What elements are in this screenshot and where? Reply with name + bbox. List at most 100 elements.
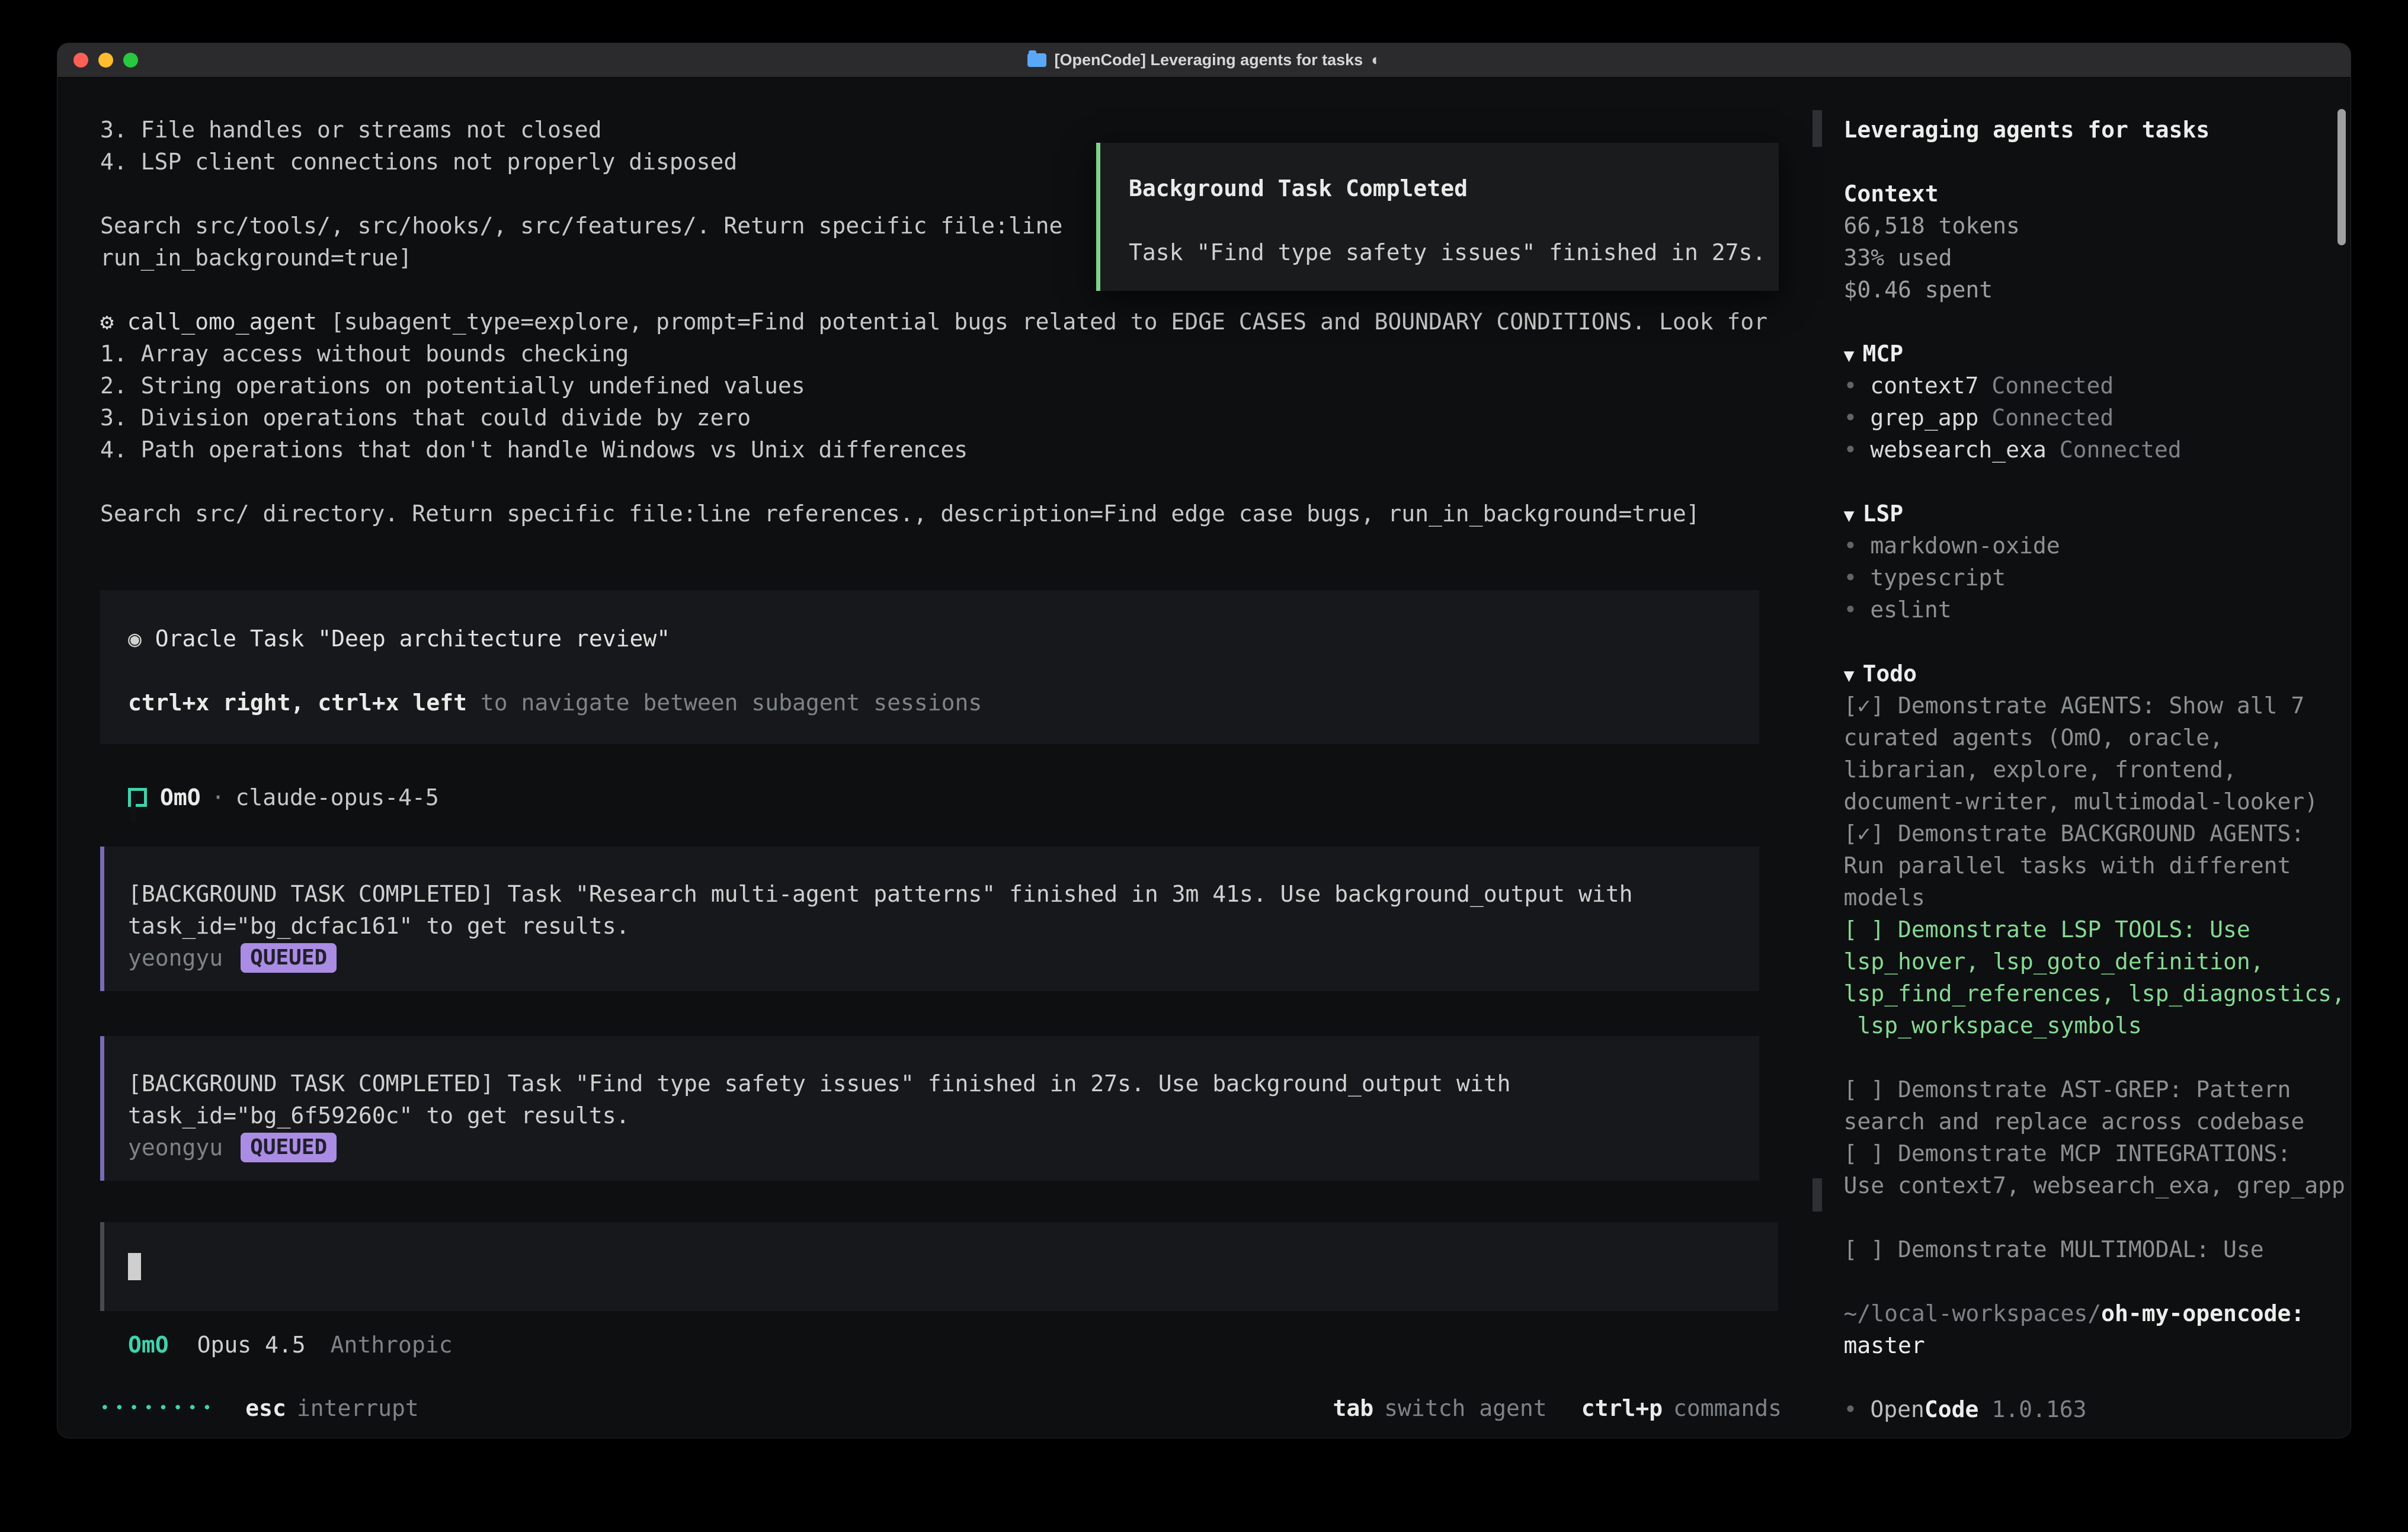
main-scrollbar-thumb[interactable] <box>1813 110 1822 147</box>
context-spent: $0.46 spent <box>1843 274 2351 306</box>
ctrlp-key-label: commands <box>1673 1395 1782 1421</box>
queued-status-badge: QUEUED <box>241 1133 337 1162</box>
todo-line: Run parallel tasks with different <box>1843 850 2351 882</box>
terminal-window: [OpenCode] Leveraging agents for tasks ◐… <box>57 43 2351 1438</box>
todo-line: models <box>1843 882 2351 914</box>
zoom-button[interactable] <box>123 53 138 68</box>
message-text-line: task_id="bg_6f59260c" to get results. <box>128 1100 1759 1132</box>
app-version-row: •OpenCode1.0.163 <box>1843 1393 2351 1425</box>
tab-hint: tabswitch agent <box>1333 1392 1547 1424</box>
todo-section-header[interactable]: ▼Todo <box>1843 658 2351 690</box>
notification-body: Task "Find type safety issues" finished … <box>1129 236 1779 268</box>
agent-model: claude-opus-4-5 <box>236 781 439 813</box>
workspace-path: ~/local-workspaces/oh-my-opencode: <box>1843 1297 2351 1329</box>
todo-line: [ ] Demonstrate AST-GREP: Pattern <box>1843 1073 2351 1105</box>
context-used: 33% used <box>1843 242 2351 274</box>
todo-line: Use context7, websearch_exa, grep_app <box>1843 1169 2351 1201</box>
todo-line: [✓] Demonstrate AGENTS: Show all 7 <box>1843 690 2351 722</box>
bullet-icon: • <box>1843 437 1857 463</box>
chat-area: 3. File handles or streams not closed 4.… <box>57 78 1823 1438</box>
tab-key-hint: tab <box>1333 1395 1374 1421</box>
prompt-input[interactable] <box>100 1222 1778 1311</box>
tool-call-args: [subagent_type=explore, prompt=Find pote… <box>317 309 1767 335</box>
background-task-message: [BACKGROUND TASK COMPLETED] Task "Find t… <box>100 1036 1759 1181</box>
terminal-line: 1. Array access without bounds checking <box>100 338 1823 370</box>
lsp-item: • eslint <box>1843 594 2351 626</box>
terminal-line: 3. Division operations that could divide… <box>100 402 1823 434</box>
lsp-item: • markdown-oxide <box>1843 530 2351 562</box>
brand-name-bold: Code <box>1925 1396 1979 1422</box>
mcp-item: •context7Connected <box>1843 370 2351 402</box>
todo-line: [ ] Demonstrate MULTIMODAL: Use <box>1843 1233 2351 1265</box>
todo-line: document-writer, multimodal-looker) <box>1843 786 2351 818</box>
mcp-item: • websearch_exa Connected <box>1843 434 2351 466</box>
sidebar: Leveraging agents for tasks Context 66,5… <box>1823 78 2351 1438</box>
sidebar-scrollbar-thumb[interactable] <box>2337 109 2346 245</box>
separator-dot: · <box>212 781 225 813</box>
mcp-item-name: grep_app <box>1870 405 1978 431</box>
notification-title: Background Task Completed <box>1129 172 1779 204</box>
lsp-item: • typescript <box>1843 562 2351 594</box>
active-agent-name: OmO <box>128 1329 169 1361</box>
model-provider: Anthropic <box>331 1329 453 1361</box>
window-title: [OpenCode] Leveraging agents for tasks <box>1055 51 1363 69</box>
mcp-item-status: Connected <box>1991 405 2114 431</box>
folder-icon <box>1027 53 1046 67</box>
context-header: Context <box>1843 178 2351 210</box>
bullet-icon: • <box>1843 565 1857 591</box>
background-task-message: [BACKGROUND TASK COMPLETED] Task "Resear… <box>100 847 1759 991</box>
traffic-lights <box>57 53 138 68</box>
bullet-icon: • <box>1843 1396 1857 1422</box>
todo-line-active: [ ] Demonstrate LSP TOOLS: Use <box>1843 914 2351 946</box>
oracle-task-label: Oracle Task "Deep architecture review" <box>142 626 670 652</box>
lsp-item-name: eslint <box>1870 597 1951 623</box>
todo-line: curated agents (OmO, oracle, <box>1843 722 2351 754</box>
lsp-section-header[interactable]: ▼LSP <box>1843 498 2351 530</box>
hint-text: to navigate between subagent sessions <box>467 690 982 716</box>
esc-key-label: interrupt <box>297 1392 419 1424</box>
bullet-icon: • <box>1843 597 1857 623</box>
oracle-task-panel[interactable]: ◉ Oracle Task "Deep architecture review"… <box>100 590 1759 744</box>
app-version: 1.0.163 <box>1991 1396 2086 1422</box>
terminal-line: Search src/ directory. Return specific f… <box>100 498 1823 530</box>
message-text-line: task_id="bg_dcfac161" to get results. <box>128 910 1759 942</box>
todo-line-active: lsp_find_references, lsp_diagnostics, <box>1843 977 2351 1009</box>
chevron-down-icon: ▼ <box>1843 665 1854 686</box>
esc-key-hint: esc <box>245 1392 286 1424</box>
todo-line-active: lsp_hover, lsp_goto_definition, <box>1843 946 2351 977</box>
agent-session-header[interactable]: OmO · claude-opus-4-5 <box>100 781 1823 813</box>
chevron-down-icon: ▼ <box>1843 345 1854 366</box>
message-user: yeongyu <box>128 1132 223 1164</box>
titlebar[interactable]: [OpenCode] Leveraging agents for tasks ◐ <box>57 43 2351 78</box>
active-model-name: Opus 4.5 <box>197 1329 306 1361</box>
status-bar: •••••••• esc interrupt tabswitch agent c… <box>100 1392 1782 1424</box>
message-meta: yeongyu QUEUED <box>128 942 1759 974</box>
mcp-item-status: Connected <box>2060 437 2182 463</box>
minimize-button[interactable] <box>98 53 113 68</box>
todo-line: [✓] Demonstrate BACKGROUND AGENTS: <box>1843 818 2351 850</box>
working-dots-indicator: •••••••• <box>100 1392 217 1424</box>
todo-line-active: lsp_workspace_symbols <box>1843 1009 2351 1041</box>
todo-line: librarian, explore, frontend, <box>1843 754 2351 786</box>
todo-line: search and replace across codebase <box>1843 1105 2351 1137</box>
workspace-path-prefix: ~/local-workspaces/ <box>1843 1300 2101 1326</box>
ctrlp-key-hint: ctrl+p <box>1581 1395 1663 1421</box>
navigation-hint: ctrl+x right, ctrl+x left to navigate be… <box>128 687 1759 719</box>
lsp-item-name: markdown-oxide <box>1870 533 2060 559</box>
bullet-icon: • <box>1843 533 1857 559</box>
mcp-item-name: websearch_exa <box>1870 437 2046 463</box>
bullet-icon: • <box>1843 405 1857 431</box>
chevron-down-icon: ▼ <box>1843 505 1854 526</box>
lsp-item-name: typescript <box>1870 565 2006 591</box>
model-info-row: OmO Opus 4.5 Anthropic <box>100 1329 1823 1361</box>
tool-call-line: ⚙ call_omo_agent [subagent_type=explore,… <box>100 306 1823 338</box>
close-button[interactable] <box>73 53 88 68</box>
message-meta: yeongyu QUEUED <box>128 1132 1759 1164</box>
todo-line: [ ] Demonstrate MCP INTEGRATIONS: <box>1843 1137 2351 1169</box>
text-cursor <box>128 1253 141 1280</box>
main-scrollbar-thumb[interactable] <box>1813 1178 1822 1212</box>
bullet-icon: • <box>1843 373 1857 399</box>
message-user: yeongyu <box>128 942 223 974</box>
mcp-section-header[interactable]: ▼MCP <box>1843 338 2351 370</box>
session-title: Leveraging agents for tasks <box>1843 114 2351 146</box>
